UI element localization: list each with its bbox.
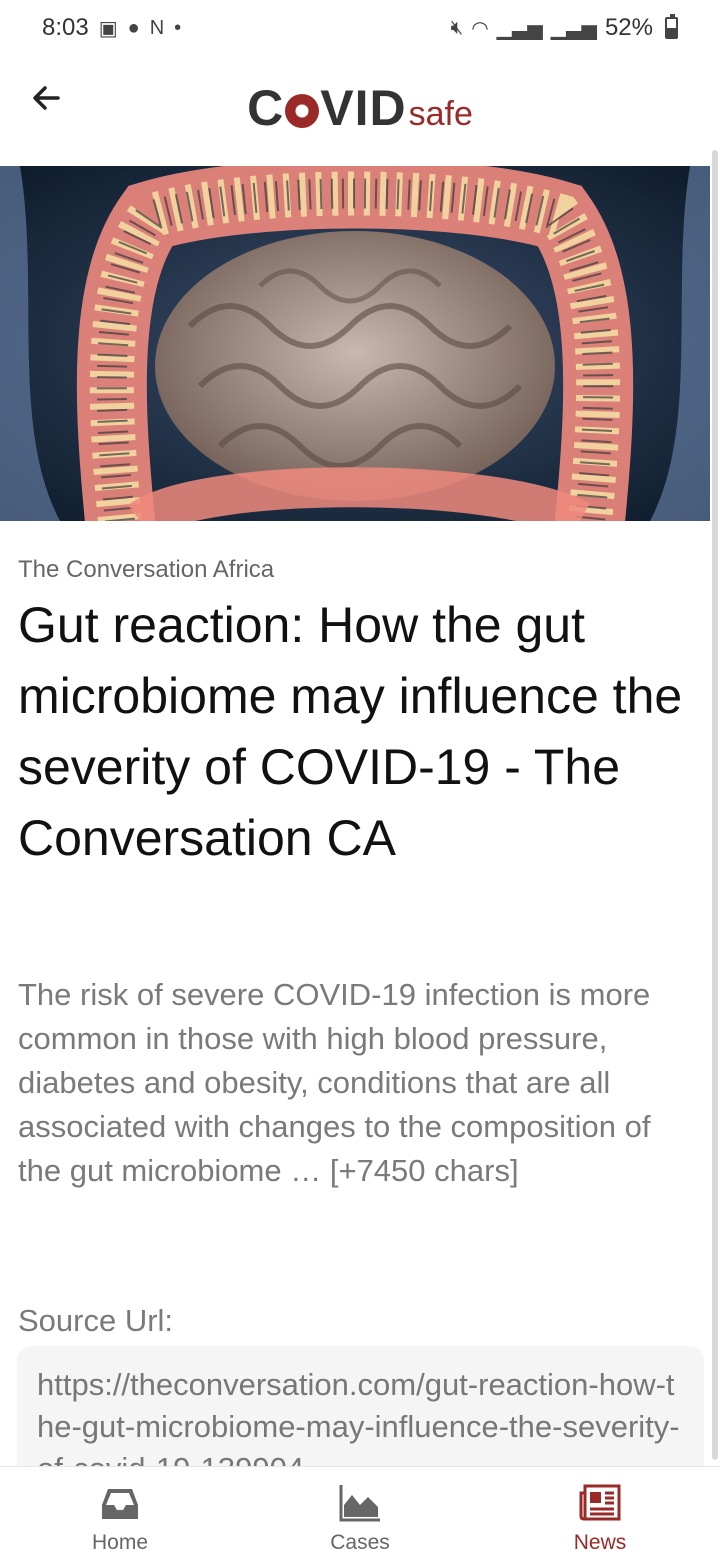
signal-icon: ▁▃▅ [496, 17, 543, 40]
status-right: 🔇︎ ◠ ▁▃▅ ▁▃▅ 52% [451, 14, 678, 42]
nav-cases[interactable]: Cases [240, 1467, 480, 1560]
area-chart-icon [339, 1485, 380, 1522]
bottom-navigation: Home Cases News [0, 1466, 720, 1560]
signal-icon: ▁▃▅ [550, 17, 597, 40]
nav-home-label: Home [91, 1531, 149, 1554]
messenger-icon: ● [127, 16, 140, 39]
logo-c: C [247, 80, 285, 136]
app-logo: C VID safe [247, 79, 473, 137]
status-time: 8:03 [42, 14, 89, 41]
logo-rest: VID [320, 80, 407, 136]
battery-percent: 52% [604, 14, 653, 41]
logo-main-text: C VID [247, 79, 406, 137]
status-bar: 8:03 ▣ ● N • 🔇︎ ◠ ▁▃▅ ▁▃▅ 52% [0, 0, 720, 56]
dot-icon: • [174, 16, 182, 39]
logo-sub-text: safe [408, 95, 473, 133]
mute-icon: 🔇︎ [450, 16, 464, 39]
gallery-icon: ▣ [98, 17, 118, 40]
nav-news[interactable]: News [480, 1467, 720, 1560]
app-header: C VID safe [0, 56, 720, 166]
article-source: The Conversation Africa [18, 556, 275, 583]
scrollbar[interactable] [712, 150, 718, 1460]
source-url-box[interactable]: https://theconversation.com/gut-reaction… [17, 1346, 704, 1486]
n-icon: N [149, 16, 165, 39]
source-url-label: Source Url: [18, 1303, 174, 1338]
article-hero-image [0, 166, 710, 521]
nav-cases-label: Cases [330, 1531, 390, 1554]
newspaper-icon [579, 1484, 621, 1521]
article-summary: The risk of severe COVID-19 infection is… [18, 977, 651, 1188]
gut-microbiome-illustration [0, 166, 710, 521]
status-left: 8:03 ▣ ● N • [42, 14, 181, 42]
nav-home[interactable]: Home [0, 1467, 240, 1560]
wifi-icon: ◠ [471, 17, 489, 40]
back-arrow-icon[interactable] [26, 80, 66, 120]
virus-icon [285, 94, 320, 128]
back-arrow-svg [33, 86, 60, 110]
inbox-icon [102, 1489, 138, 1519]
article-title: Gut reaction: How the gut microbiome may… [18, 597, 683, 866]
battery-icon [665, 14, 678, 39]
nav-news-label: News [573, 1531, 627, 1554]
